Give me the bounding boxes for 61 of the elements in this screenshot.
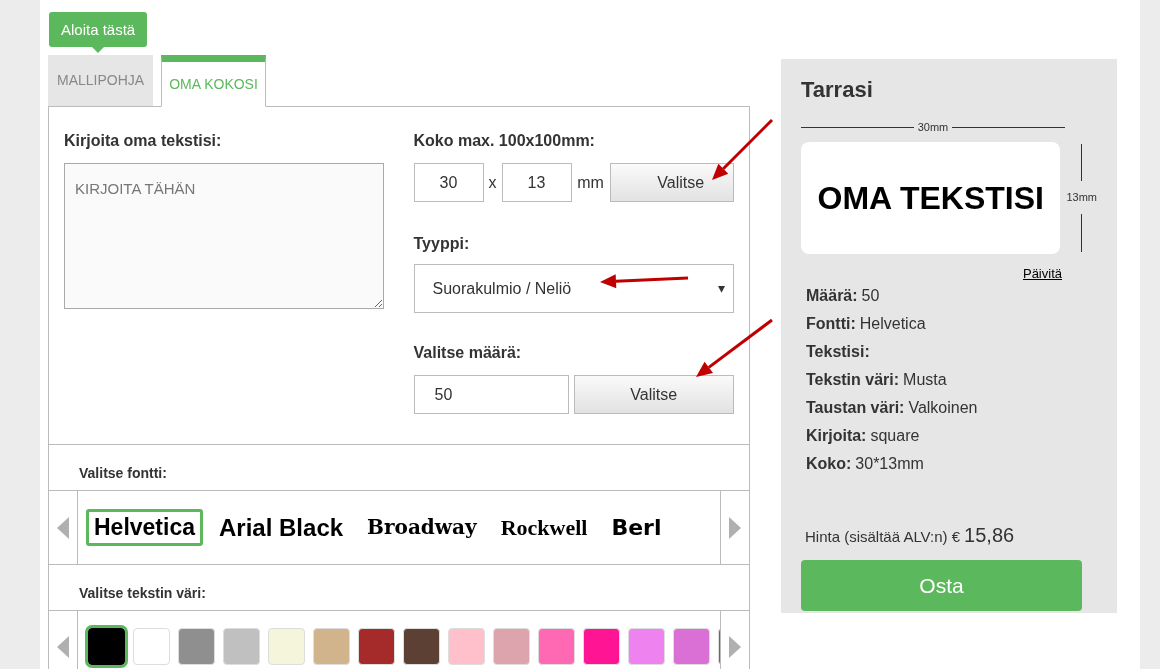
summary-label: Koko: <box>806 454 852 474</box>
section-label: Valitse tekstin väri: <box>79 584 206 603</box>
color-swatch[interactable] <box>403 628 440 665</box>
summary-label: Taustan väri: <box>806 398 905 418</box>
font-option[interactable]: Broadway <box>359 511 485 544</box>
summary-label: Fontti: <box>806 314 856 334</box>
next-arrow-icon[interactable] <box>729 635 741 658</box>
summary-value: 30*13mm <box>855 454 924 474</box>
unit-label: mm <box>576 172 605 193</box>
height-input-field[interactable]: 13 <box>501 163 572 202</box>
next-arrow-icon[interactable] <box>729 516 741 539</box>
summary-value: Helvetica <box>859 314 926 334</box>
font-option[interactable]: Rockwell <box>492 509 596 546</box>
font-option[interactable]: Berl <box>603 509 670 546</box>
times-sign: x <box>487 172 498 193</box>
price-label: Hinta (sisältää ALV:n) € <box>805 526 961 547</box>
field-label: Koko max. 100x100mm: <box>413 131 596 151</box>
update-link[interactable]: Päivitä <box>1022 263 1062 283</box>
summary-label: Määrä: <box>806 286 858 306</box>
field-label: Tyyppi: <box>413 234 471 254</box>
color-swatch[interactable] <box>583 628 620 665</box>
width-input-field[interactable]: 30 <box>413 163 484 202</box>
annotation-arrow <box>712 118 774 180</box>
color-swatch[interactable] <box>448 628 485 665</box>
color-swatch[interactable] <box>178 628 215 665</box>
color-swatch[interactable] <box>313 628 350 665</box>
start-here-callout: Aloita tästä <box>49 12 148 47</box>
price-value: 15,86 <box>964 523 1015 548</box>
color-swatch[interactable] <box>268 628 305 665</box>
previous-arrow-icon[interactable] <box>57 516 69 539</box>
color-swatch[interactable] <box>673 628 710 665</box>
color-swatch[interactable] <box>223 628 260 665</box>
width-dimension-label: 30mm <box>916 120 950 135</box>
font-option[interactable]: Helvetica <box>86 509 203 546</box>
height-dimension-label: 13mm <box>1066 190 1097 206</box>
color-swatch[interactable] <box>133 628 170 665</box>
panel-title: Tarrasi <box>801 79 874 101</box>
field-label: Kirjoita oma tekstisi: <box>64 131 223 151</box>
previous-arrow-icon[interactable] <box>57 635 69 658</box>
font-option[interactable]: Arial Black <box>211 508 352 547</box>
color-swatch[interactable] <box>628 628 665 665</box>
summary-value: Musta <box>903 370 947 390</box>
type-dropdown[interactable]: Suorakulmio / Neliö ▾ <box>413 264 734 313</box>
color-swatch[interactable] <box>538 628 575 665</box>
summary-label: Tekstisi: <box>806 342 870 362</box>
summary-value: square <box>870 426 920 446</box>
section-label: Valitse fontti: <box>79 464 167 483</box>
summary-label: Tekstin väri: <box>806 370 900 390</box>
summary-value: 50 <box>861 286 880 306</box>
summary-value: Valkoinen <box>908 398 978 418</box>
color-swatch[interactable] <box>493 628 530 665</box>
select-size-button[interactable]: Valitse <box>609 163 734 202</box>
color-swatch[interactable] <box>88 628 125 665</box>
select-quantity-button[interactable]: Valitse <box>573 375 734 414</box>
field-label: Valitse määrä: <box>413 343 523 363</box>
quantity-input-field[interactable]: 50 <box>413 375 569 414</box>
summary-label: Kirjoita: <box>806 426 867 446</box>
sticker-text: OMA TEKSTISI <box>817 178 1044 218</box>
caret-icon: ▾ <box>718 278 725 299</box>
color-swatch[interactable] <box>358 628 395 665</box>
text-input-field[interactable]: KIRJOITA TÄHÄN <box>64 163 384 309</box>
